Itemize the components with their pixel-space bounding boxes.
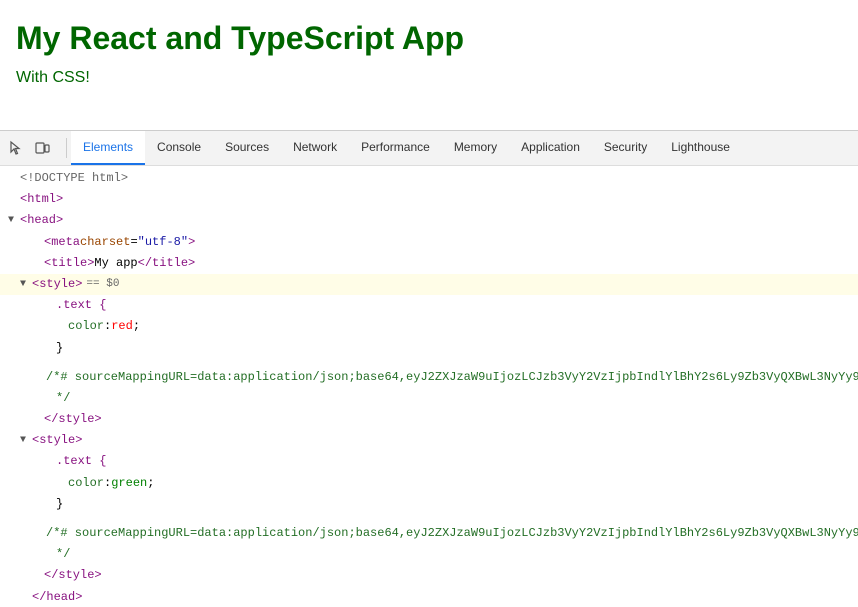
dom-html[interactable]: <html> xyxy=(0,189,858,210)
device-icon xyxy=(34,140,50,156)
device-icon-btn[interactable] xyxy=(30,136,54,160)
dom-comment2-line1[interactable]: /*# sourceMappingURL=data:application/js… xyxy=(0,523,858,544)
devtools-toolbar: Elements Console Sources Network Perform… xyxy=(0,131,858,166)
dom-comment1-line2[interactable]: */ xyxy=(0,388,858,409)
toolbar-icons xyxy=(4,136,54,160)
devtools-tabs: Elements Console Sources Network Perform… xyxy=(71,131,742,165)
dom-selector1[interactable]: .text { xyxy=(0,295,858,316)
page-subtitle: With CSS! xyxy=(16,69,842,87)
dom-meta[interactable]: <meta charset="utf-8"> xyxy=(0,232,858,253)
cursor-icon xyxy=(8,140,24,156)
toolbar-separator xyxy=(66,138,67,158)
tab-lighthouse[interactable]: Lighthouse xyxy=(659,131,742,165)
dom-title[interactable]: <title>My app</title> xyxy=(0,253,858,274)
tab-application[interactable]: Application xyxy=(509,131,592,165)
page-content: My React and TypeScript App With CSS! xyxy=(0,0,858,130)
dom-style2-open[interactable]: <style> xyxy=(0,430,858,451)
dom-comment2-line2[interactable]: */ xyxy=(0,544,858,565)
tab-security[interactable]: Security xyxy=(592,131,659,165)
tab-network[interactable]: Network xyxy=(281,131,349,165)
dom-style2-close[interactable]: </style> xyxy=(0,565,858,586)
triangle-style1[interactable] xyxy=(20,277,30,293)
dom-style1-open[interactable]: <style> == $0 xyxy=(0,274,858,295)
devtools-panel: Elements Console Sources Network Perform… xyxy=(0,130,858,607)
dom-doctype[interactable]: <!DOCTYPE html> xyxy=(0,168,858,189)
tab-sources[interactable]: Sources xyxy=(213,131,281,165)
tab-performance[interactable]: Performance xyxy=(349,131,442,165)
cursor-icon-btn[interactable] xyxy=(4,136,28,160)
dom-empty1 xyxy=(0,359,858,367)
tab-memory[interactable]: Memory xyxy=(442,131,509,165)
triangle-style2[interactable] xyxy=(20,433,30,449)
page-title: My React and TypeScript App xyxy=(16,20,842,57)
dom-comment1-line1[interactable]: /*# sourceMappingURL=data:application/js… xyxy=(0,367,858,388)
dom-color-green[interactable]: color: green; xyxy=(0,473,858,494)
dom-head-open[interactable]: <head> xyxy=(0,210,858,231)
dom-style1-close[interactable]: </style> xyxy=(0,409,858,430)
tab-console[interactable]: Console xyxy=(145,131,213,165)
dom-empty2 xyxy=(0,515,858,523)
dom-brace1-close[interactable]: } xyxy=(0,338,858,359)
dom-tree: <!DOCTYPE html> <html> <head> <meta char… xyxy=(0,166,858,607)
dom-color-red[interactable]: color: red; xyxy=(0,316,858,337)
dom-head-close[interactable]: </head> xyxy=(0,587,858,607)
tab-elements[interactable]: Elements xyxy=(71,131,145,165)
triangle-head[interactable] xyxy=(8,213,18,229)
dom-selector2[interactable]: .text { xyxy=(0,451,858,472)
dom-brace2-close[interactable]: } xyxy=(0,494,858,515)
